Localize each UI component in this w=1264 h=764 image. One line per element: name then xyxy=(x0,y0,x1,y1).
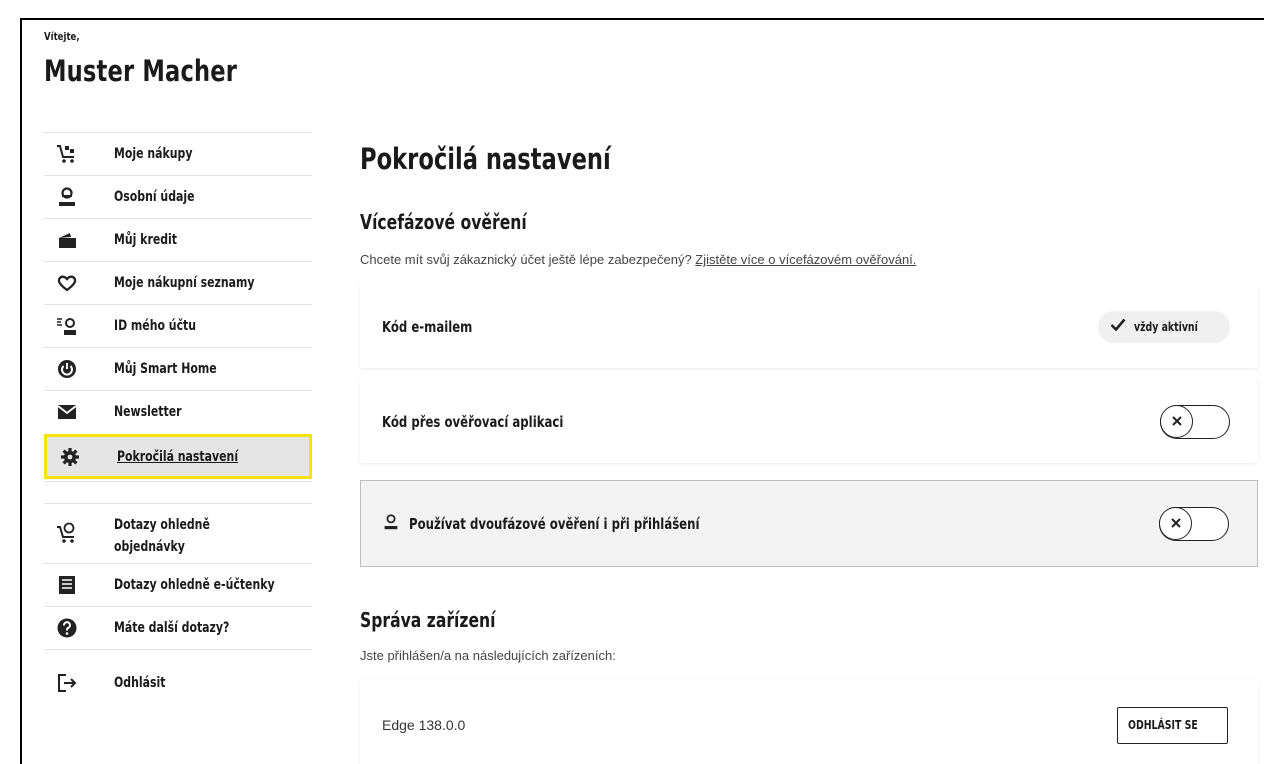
mfa-heading: Vícefázové ověření xyxy=(360,210,527,234)
gear-icon xyxy=(59,446,81,468)
mfa-description: Chcete mít svůj zákaznický účet ještě lé… xyxy=(360,252,917,267)
heart-icon xyxy=(56,272,78,294)
sidebar-item-label: Můj kredit xyxy=(114,232,178,248)
device-logout-button[interactable]: ODHLÁSIT SE xyxy=(1116,706,1228,744)
two-factor-login-toggle[interactable] xyxy=(1159,506,1229,541)
main-content: Pokročilá nastavení Vícefázové ověření C… xyxy=(360,20,1258,764)
power-icon xyxy=(56,358,78,380)
sidebar-item-smart-home[interactable]: Můj Smart Home xyxy=(44,347,312,390)
sidebar-divider xyxy=(44,481,312,503)
sidebar-item-label: Newsletter xyxy=(114,403,182,420)
sidebar-item-account-id[interactable]: ID mého účtu xyxy=(44,304,312,347)
device-name: Edge 138.0.0 xyxy=(382,717,466,733)
sidebar-item-credit[interactable]: Můj kredit xyxy=(44,218,312,261)
sidebar-item-label: Moje nákupy xyxy=(114,146,193,162)
account-sidebar: Moje nákupy Osobní údaje Můj kredit Moje… xyxy=(44,132,312,704)
email-code-label: Kód e-mailem xyxy=(382,317,473,336)
sidebar-item-newsletter[interactable]: Newsletter xyxy=(44,390,312,432)
app-code-label: Kód přes ověřovací aplikaci xyxy=(382,412,564,431)
sidebar-item-label: Dotazy ohledně objednávky xyxy=(114,517,210,555)
close-icon xyxy=(1160,404,1193,438)
sidebar-item-label: Osobní údaje xyxy=(114,189,195,205)
user-name: Muster Macher xyxy=(44,54,238,88)
sidebar-item-logout[interactable]: Odhlásit xyxy=(44,661,312,704)
sidebar-item-advanced-settings[interactable]: Pokročilá nastavení xyxy=(44,434,312,479)
devices-description: Jste přihlášen/a na následujících zaříze… xyxy=(360,648,616,663)
sidebar-item-label: ID mého účtu xyxy=(114,318,197,334)
mfa-learn-more-link[interactable]: Zjistěte více o vícefázovém ověřování. xyxy=(695,252,916,267)
sidebar-item-purchases[interactable]: Moje nákupy xyxy=(44,132,312,175)
check-icon xyxy=(1110,318,1126,336)
devices-heading: Správa zařízení xyxy=(360,608,496,632)
status-badge: vždy aktivní xyxy=(1098,310,1230,343)
user-icon xyxy=(56,186,78,208)
sidebar-item-other-questions[interactable]: Máte další dotazy? xyxy=(44,606,312,649)
sidebar-item-label: Dotazy ohledně e-účtenky xyxy=(114,577,275,593)
logout-icon xyxy=(56,672,78,694)
sidebar-item-receipt-questions[interactable]: Dotazy ohledně e-účtenky xyxy=(44,563,312,606)
status-badge-label: vždy aktivní xyxy=(1134,319,1199,334)
wallet-icon xyxy=(56,229,78,251)
device-row: Edge 138.0.0 ODHLÁSIT SE xyxy=(360,680,1258,764)
sidebar-item-personal-data[interactable]: Osobní údaje xyxy=(44,175,312,218)
envelope-icon xyxy=(56,401,78,423)
two-factor-login-row: Používat dvoufázové ověření i při přihlá… xyxy=(383,513,781,534)
sidebar-item-order-questions[interactable]: Dotazy ohledně objednávky xyxy=(44,503,312,563)
sidebar-item-label: Máte další dotazy? xyxy=(114,620,230,636)
receipt-icon xyxy=(56,574,78,596)
close-icon xyxy=(1159,506,1192,540)
email-code-card: Kód e-mailem vždy aktivní xyxy=(360,285,1258,368)
sidebar-item-label: Odhlásit xyxy=(114,674,166,691)
cart-question-icon xyxy=(56,522,78,544)
device-logout-label: ODHLÁSIT SE xyxy=(1127,718,1198,732)
two-factor-login-card: Používat dvoufázové ověření i při přihlá… xyxy=(360,480,1258,567)
app-code-card: Kód přes ověřovací aplikaci xyxy=(360,380,1258,463)
question-icon xyxy=(56,617,78,639)
shopping-cart-icon xyxy=(56,143,78,165)
sidebar-item-label: Pokročilá nastavení xyxy=(117,448,239,465)
two-factor-login-label: Používat dvoufázové ověření i při přihlá… xyxy=(409,514,700,533)
user-icon xyxy=(383,513,399,534)
page-title: Pokročilá nastavení xyxy=(360,142,611,176)
sidebar-item-shopping-lists[interactable]: Moje nákupní seznamy xyxy=(44,261,312,304)
sidebar-item-label: Můj Smart Home xyxy=(114,361,217,377)
account-page: Vítejte, Muster Macher Moje nákupy Osobn… xyxy=(20,18,1264,764)
sidebar-item-label: Moje nákupní seznamy xyxy=(114,275,255,291)
greeting-label: Vítejte, xyxy=(44,30,80,43)
id-card-icon xyxy=(56,315,78,337)
app-code-toggle[interactable] xyxy=(1160,404,1230,439)
